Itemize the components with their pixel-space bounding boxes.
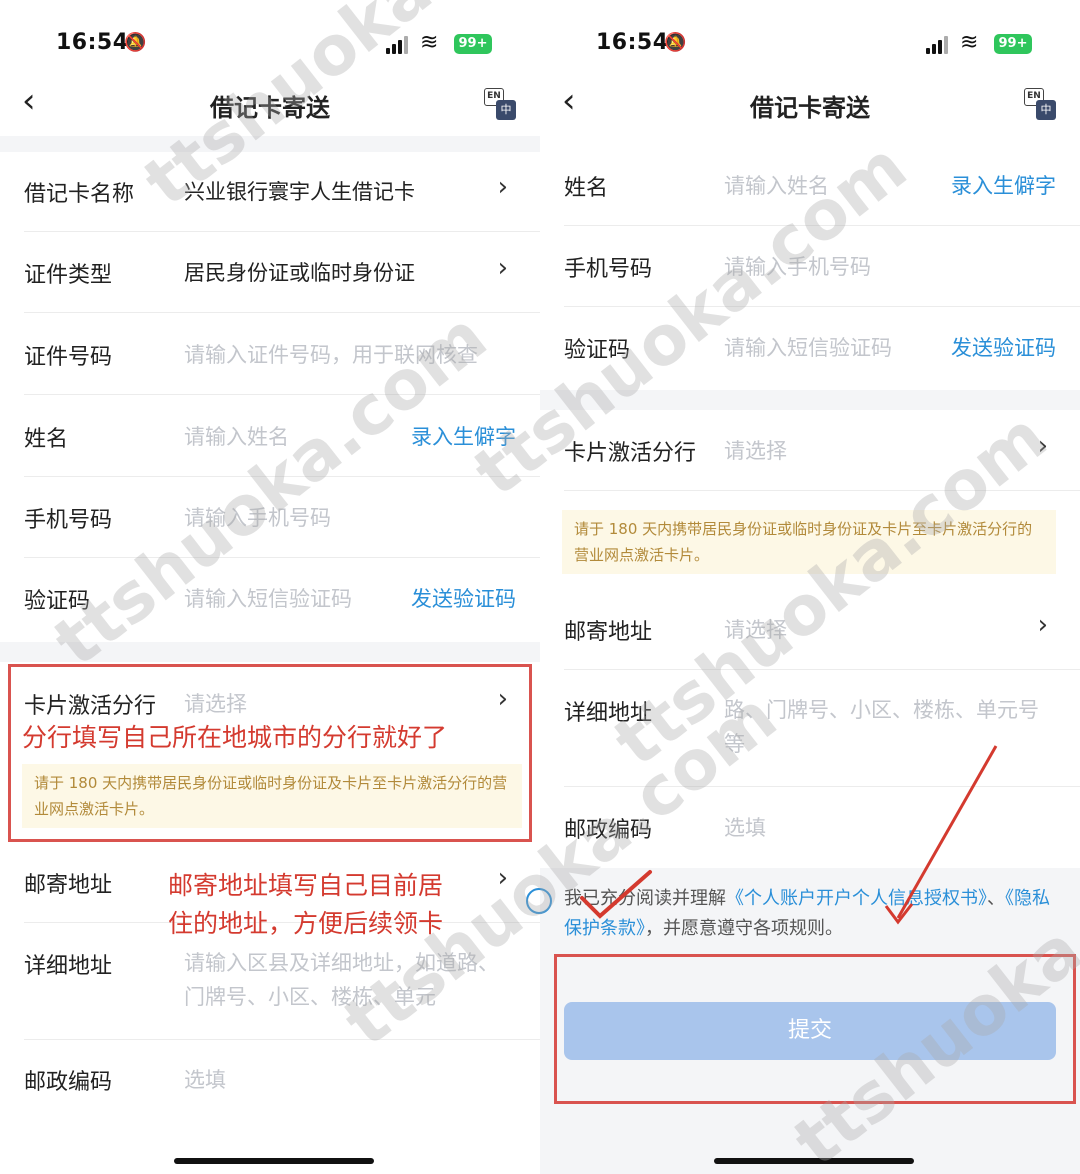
nav-bar: ‹ 借记卡寄送 EN 中 [0, 72, 540, 136]
card-name-row[interactable]: 借记卡名称 兴业银行寰宇人生借记卡 › [0, 152, 540, 232]
detail-row: 详细地址 请输入区县及详细地址，如道路、门牌号、小区、楼栋、单元 [0, 924, 540, 1040]
code-label: 验证码 [564, 338, 631, 363]
chevron-right-icon: › [497, 172, 508, 202]
phone-label: 手机号码 [24, 508, 113, 533]
divider [24, 476, 540, 477]
nav-bar: ‹ 借记卡寄送 EN 中 [540, 72, 1080, 136]
phone-input[interactable]: 请输入手机号码 [724, 251, 871, 281]
card-name-value: 兴业银行寰宇人生借记卡 [184, 180, 415, 204]
code-input[interactable]: 请输入短信验证码 [724, 332, 892, 362]
branch-row[interactable]: 卡片激活分行 请选择 › [540, 411, 1080, 491]
name-input[interactable]: 请输入姓名 [724, 170, 829, 200]
phone-label: 手机号码 [564, 257, 653, 282]
highlight-box-branch [8, 664, 532, 842]
left-screen: 16:54 🔕 ≋ 99+ ‹ 借记卡寄送 EN 中 借记卡名称 兴业银行寰宇人… [0, 0, 540, 1174]
id-number-label: 证件号码 [24, 345, 113, 370]
wifi-icon: ≋ [960, 30, 979, 55]
post-input[interactable]: 选填 [184, 1064, 226, 1094]
chevron-right-icon: › [497, 253, 508, 283]
mail-label: 邮寄地址 [564, 620, 653, 645]
mail-select[interactable]: 请选择 [724, 614, 787, 644]
rare-char-link[interactable]: 录入生僻字 [411, 421, 516, 451]
branch-label: 卡片激活分行 [564, 441, 697, 466]
divider [24, 231, 540, 232]
status-bar: 16:54 🔕 ≋ 99+ [0, 28, 540, 62]
section-gap [540, 390, 1080, 410]
divider [564, 225, 1080, 226]
post-label: 邮政编码 [24, 1070, 113, 1095]
account-auth-link[interactable]: 《个人账户开户个人信息授权书》 [726, 888, 987, 909]
code-label: 验证码 [24, 589, 91, 614]
id-type-value: 居民身份证或临时身份证 [184, 261, 415, 285]
home-indicator [174, 1158, 374, 1164]
detail-input[interactable]: 请输入区县及详细地址，如道路、门牌号、小区、楼栋、单元 [184, 946, 504, 1014]
detail-label: 详细地址 [564, 701, 653, 726]
page-title: 借记卡寄送 [210, 94, 330, 122]
battery-icon: 99+ [454, 34, 492, 54]
code-input[interactable]: 请输入短信验证码 [184, 583, 352, 613]
status-time: 16:54 [596, 30, 669, 55]
phone-row: 手机号码 请输入手机号码 [540, 227, 1080, 307]
id-type-row[interactable]: 证件类型 居民身份证或临时身份证 › [0, 233, 540, 313]
home-indicator [714, 1158, 914, 1164]
post-row: 邮政编码 选填 [0, 1040, 540, 1120]
send-code-button[interactable]: 发送验证码 [951, 332, 1056, 362]
signal-icon [386, 36, 410, 54]
activation-notice: 请于 180 天内携带居民身份证或临时身份证及卡片至卡片激活分行的营业网点激活卡… [562, 510, 1056, 574]
id-number-input[interactable]: 请输入证件号码，用于联网核查 [184, 339, 478, 369]
phone-input[interactable]: 请输入手机号码 [184, 502, 331, 532]
mute-bell-icon: 🔕 [124, 32, 147, 53]
id-type-label: 证件类型 [24, 263, 113, 288]
agree-checkbox[interactable] [526, 888, 552, 914]
section-gap [0, 136, 540, 152]
annotation-mail-line1: 邮寄地址填写自己目前居 [168, 871, 444, 900]
card-name-label: 借记卡名称 [24, 182, 135, 207]
status-bar: 16:54 🔕 ≋ 99+ [540, 28, 1080, 62]
name-input[interactable]: 请输入姓名 [184, 421, 289, 451]
name-label: 姓名 [24, 427, 69, 452]
divider [24, 557, 540, 558]
code-row: 验证码 请输入短信验证码 发送验证码 [540, 308, 1080, 388]
page-title: 借记卡寄送 [750, 94, 870, 122]
mute-bell-icon: 🔕 [664, 32, 687, 53]
code-row: 验证码 请输入短信验证码 发送验证码 [0, 559, 540, 639]
phone-row: 手机号码 请输入手机号码 [0, 478, 540, 558]
detail-label: 详细地址 [24, 954, 113, 979]
divider [24, 312, 540, 313]
rare-char-link[interactable]: 录入生僻字 [951, 170, 1056, 200]
agreement-text: 我已充分阅读并理解《个人账户开户个人信息授权书》、《隐私保护条款》，并愿意遵守各… [526, 884, 1064, 944]
name-row: 姓名 请输入姓名 录入生僻字 [0, 397, 540, 477]
wifi-icon: ≋ [420, 30, 439, 55]
chevron-right-icon: › [1037, 431, 1048, 461]
battery-icon: 99+ [994, 34, 1032, 54]
language-switch-icon[interactable]: EN 中 [484, 88, 518, 122]
post-row: 邮政编码 选填 [540, 788, 1080, 868]
divider [564, 669, 1080, 670]
divider [24, 394, 540, 395]
chevron-right-icon: › [497, 863, 508, 893]
submit-button[interactable]: 提交 [564, 1002, 1056, 1060]
id-number-row: 证件号码 请输入证件号码，用于联网核查 [0, 315, 540, 395]
mail-row[interactable]: 邮寄地址 请选择 › [540, 590, 1080, 670]
section-gap [0, 642, 540, 662]
detail-input[interactable]: 路、门牌号、小区、楼栋、单元号等 [724, 693, 1044, 761]
status-time: 16:54 [56, 30, 129, 55]
divider [564, 786, 1080, 787]
signal-icon [926, 36, 950, 54]
detail-row: 详细地址 路、门牌号、小区、楼栋、单元号等 [540, 671, 1080, 787]
language-switch-icon[interactable]: EN 中 [1024, 88, 1058, 122]
divider [564, 306, 1080, 307]
name-row: 姓名 请输入姓名 录入生僻字 [540, 146, 1080, 226]
name-label: 姓名 [564, 176, 609, 201]
divider [564, 490, 1080, 491]
post-label: 邮政编码 [564, 818, 653, 843]
chevron-right-icon: › [1037, 610, 1048, 640]
post-input[interactable]: 选填 [724, 812, 766, 842]
mail-label: 邮寄地址 [24, 873, 113, 898]
send-code-button[interactable]: 发送验证码 [411, 583, 516, 613]
branch-select[interactable]: 请选择 [724, 435, 787, 465]
